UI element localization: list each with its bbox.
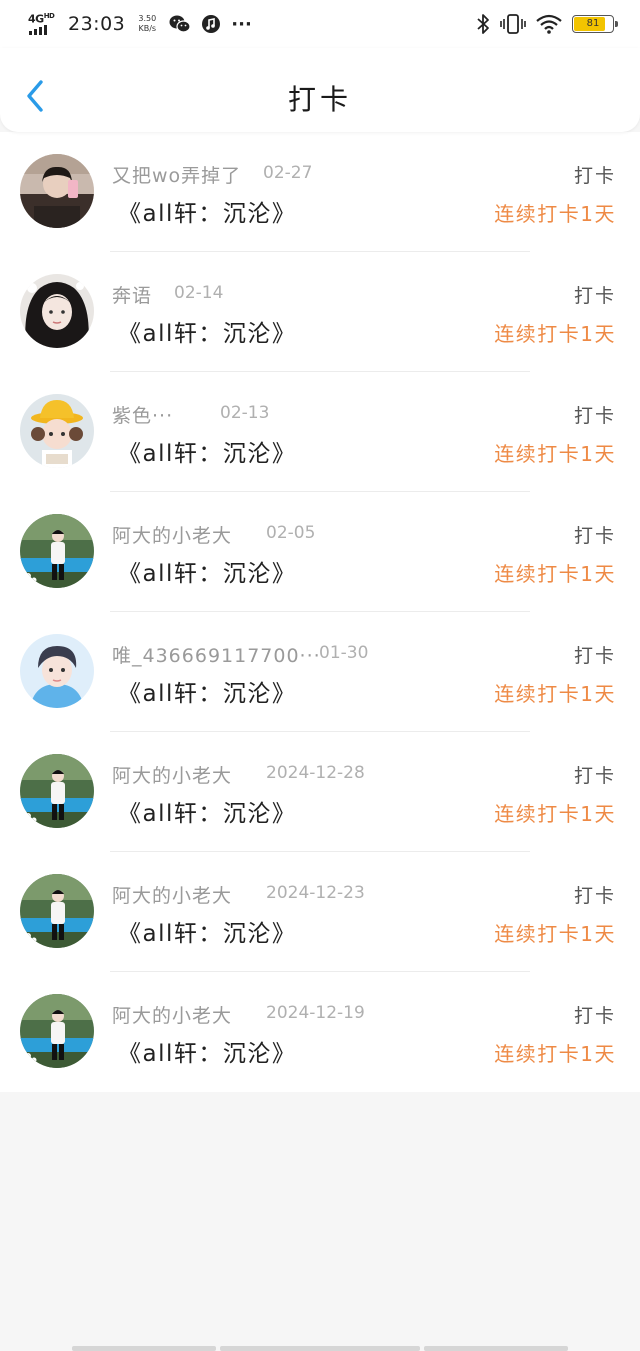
book-title: 《all轩：沉沦》: [118, 1041, 297, 1067]
book-title: 《all轩：沉沦》: [118, 681, 297, 707]
list-item[interactable]: 阿大的小老大 2024-12-23 《all轩：沉沦》 打卡 连续打卡1天: [0, 852, 640, 972]
book-title: 《all轩：沉沦》: [118, 801, 297, 827]
list-item[interactable]: 紫色··· 02-13 《all轩：沉沦》 打卡 连续打卡1天: [0, 372, 640, 492]
network-speed: 3.50 KB/s: [138, 14, 157, 33]
user-name: 阿大的小老大: [112, 1005, 233, 1027]
wechat-icon: [169, 14, 191, 34]
gesture-bar: [220, 1346, 420, 1351]
avatar: [20, 994, 94, 1068]
streak-label: 连续打卡1天: [494, 802, 616, 826]
more-notifications-icon: ···: [231, 13, 252, 35]
user-name: 阿大的小老大: [112, 885, 233, 907]
checkin-label: 打卡: [573, 165, 616, 187]
checkin-label: 打卡: [573, 405, 616, 427]
checkin-date: 02-13: [220, 403, 270, 423]
checkin-label: 打卡: [573, 1005, 616, 1027]
streak-label: 连续打卡1天: [494, 202, 616, 226]
status-bar: 4GHD 23:03 3.50 KB/s ··· 81: [0, 0, 640, 48]
checkin-label: 打卡: [573, 285, 616, 307]
checkin-label: 打卡: [573, 885, 616, 907]
wifi-icon: [536, 14, 562, 34]
avatar: [20, 154, 94, 228]
list-item[interactable]: 阿大的小老大 02-05 《all轩：沉沦》 打卡 连续打卡1天: [0, 492, 640, 612]
avatar: [20, 634, 94, 708]
screen: 4GHD 23:03 3.50 KB/s ··· 81 打卡 又把wo弄掉了 0…: [0, 0, 640, 1351]
user-name: 阿大的小老大: [112, 525, 233, 547]
battery-icon: 81: [572, 15, 618, 33]
user-name: 紫色···: [112, 405, 174, 427]
list-item[interactable]: 又把wo弄掉了 02-27 《all轩：沉沦》 打卡 连续打卡1天: [0, 132, 640, 252]
nav-header: 打卡: [0, 48, 640, 132]
user-name: 阿大的小老大: [112, 765, 233, 787]
status-left: 4GHD 23:03 3.50 KB/s ···: [28, 11, 252, 37]
list-item[interactable]: 唯_436669117700··· 01-30 《all轩：沉沦》 打卡 连续打…: [0, 612, 640, 732]
book-title: 《all轩：沉沦》: [118, 321, 297, 347]
checkin-label: 打卡: [573, 525, 616, 547]
book-title: 《all轩：沉沦》: [118, 201, 297, 227]
network-type: 4GHD: [28, 12, 55, 26]
avatar: [20, 394, 94, 468]
streak-label: 连续打卡1天: [494, 1042, 616, 1066]
user-name: 唯_436669117700···: [112, 645, 321, 667]
checkin-date: 01-30: [319, 643, 369, 663]
streak-label: 连续打卡1天: [494, 682, 616, 706]
list-item[interactable]: 奔语 02-14 《all轩：沉沦》 打卡 连续打卡1天: [0, 252, 640, 372]
list-item[interactable]: 阿大的小老大 2024-12-28 《all轩：沉沦》 打卡 连续打卡1天: [0, 732, 640, 852]
status-time: 23:03: [68, 13, 126, 35]
status-right: 81: [476, 13, 618, 35]
checkin-date: 2024-12-23: [266, 883, 365, 903]
user-name: 奔语: [112, 285, 153, 307]
list-item[interactable]: 阿大的小老大 2024-12-19 《all轩：沉沦》 打卡 连续打卡1天: [0, 972, 640, 1092]
music-app-icon: [201, 14, 221, 34]
streak-label: 连续打卡1天: [494, 922, 616, 946]
signal-icon: [29, 25, 47, 35]
vibrate-icon: [500, 13, 526, 35]
user-name: 又把wo弄掉了: [112, 165, 242, 187]
checkin-date: 02-14: [174, 283, 224, 303]
gesture-bar: [424, 1346, 568, 1351]
streak-label: 连续打卡1天: [494, 322, 616, 346]
book-title: 《all轩：沉沦》: [118, 921, 297, 947]
book-title: 《all轩：沉沦》: [118, 441, 297, 467]
checkin-label: 打卡: [573, 765, 616, 787]
checkin-label: 打卡: [573, 645, 616, 667]
page-title: 打卡: [287, 83, 352, 116]
battery-level: 81: [586, 18, 600, 29]
checkin-list: 又把wo弄掉了 02-27 《all轩：沉沦》 打卡 连续打卡1天 奔语 02-…: [0, 132, 640, 1092]
avatar: [20, 514, 94, 588]
checkin-date: 2024-12-28: [266, 763, 365, 783]
network-indicator: 4GHD: [28, 11, 58, 37]
checkin-date: 02-05: [266, 523, 316, 543]
bluetooth-icon: [476, 13, 490, 35]
checkin-date: 2024-12-19: [266, 1003, 365, 1023]
checkin-date: 02-27: [263, 163, 313, 183]
gesture-bar: [72, 1346, 216, 1351]
book-title: 《all轩：沉沦》: [118, 561, 297, 587]
streak-label: 连续打卡1天: [494, 562, 616, 586]
avatar: [20, 274, 94, 348]
streak-label: 连续打卡1天: [494, 442, 616, 466]
avatar: [20, 874, 94, 948]
avatar: [20, 754, 94, 828]
